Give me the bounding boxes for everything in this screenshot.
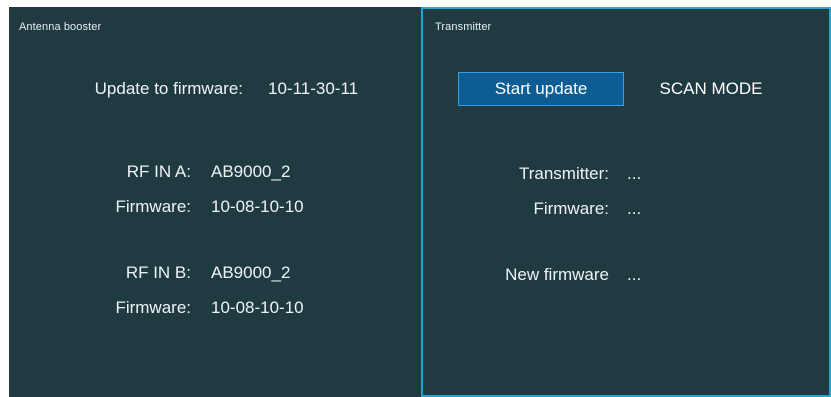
rf-in-b-firmware-label: Firmware: <box>115 298 191 317</box>
transmitter-firmware-value: ... <box>627 199 642 218</box>
transmitter-title: Transmitter <box>435 21 492 33</box>
transmitter-panel[interactable]: Transmitter Start update SCAN MODE Trans… <box>421 7 831 397</box>
antenna-booster-title: Antenna booster <box>19 21 102 33</box>
rf-in-a-firmware-label: Firmware: <box>115 197 191 216</box>
new-firmware-value: ... <box>627 265 642 284</box>
antenna-booster-panel[interactable]: Antenna booster Update to firmware: 10-1… <box>9 7 421 397</box>
transmitter-firmware-label: Firmware: <box>533 199 609 218</box>
update-firmware-label: Update to firmware: <box>94 79 243 98</box>
new-firmware-label: New firmware <box>505 265 609 284</box>
rf-in-b-label: RF IN B: <box>125 263 191 282</box>
scan-mode-button[interactable]: SCAN MODE <box>651 72 771 106</box>
start-update-button[interactable]: Start update <box>458 72 624 106</box>
screen: Antenna booster Update to firmware: 10-1… <box>9 7 831 397</box>
rf-in-a-value: AB9000_2 <box>211 162 291 181</box>
update-firmware-value: 10-11-30-11 <box>268 79 359 98</box>
transmitter-label: Transmitter: <box>518 164 609 183</box>
rf-in-b-firmware-value: 10-08-10-10 <box>211 298 304 317</box>
rf-in-b-value: AB9000_2 <box>211 263 291 282</box>
rf-in-a-firmware-value: 10-08-10-10 <box>211 197 304 216</box>
rf-in-a-label: RF IN A: <box>126 162 191 181</box>
transmitter-value: ... <box>627 164 642 183</box>
